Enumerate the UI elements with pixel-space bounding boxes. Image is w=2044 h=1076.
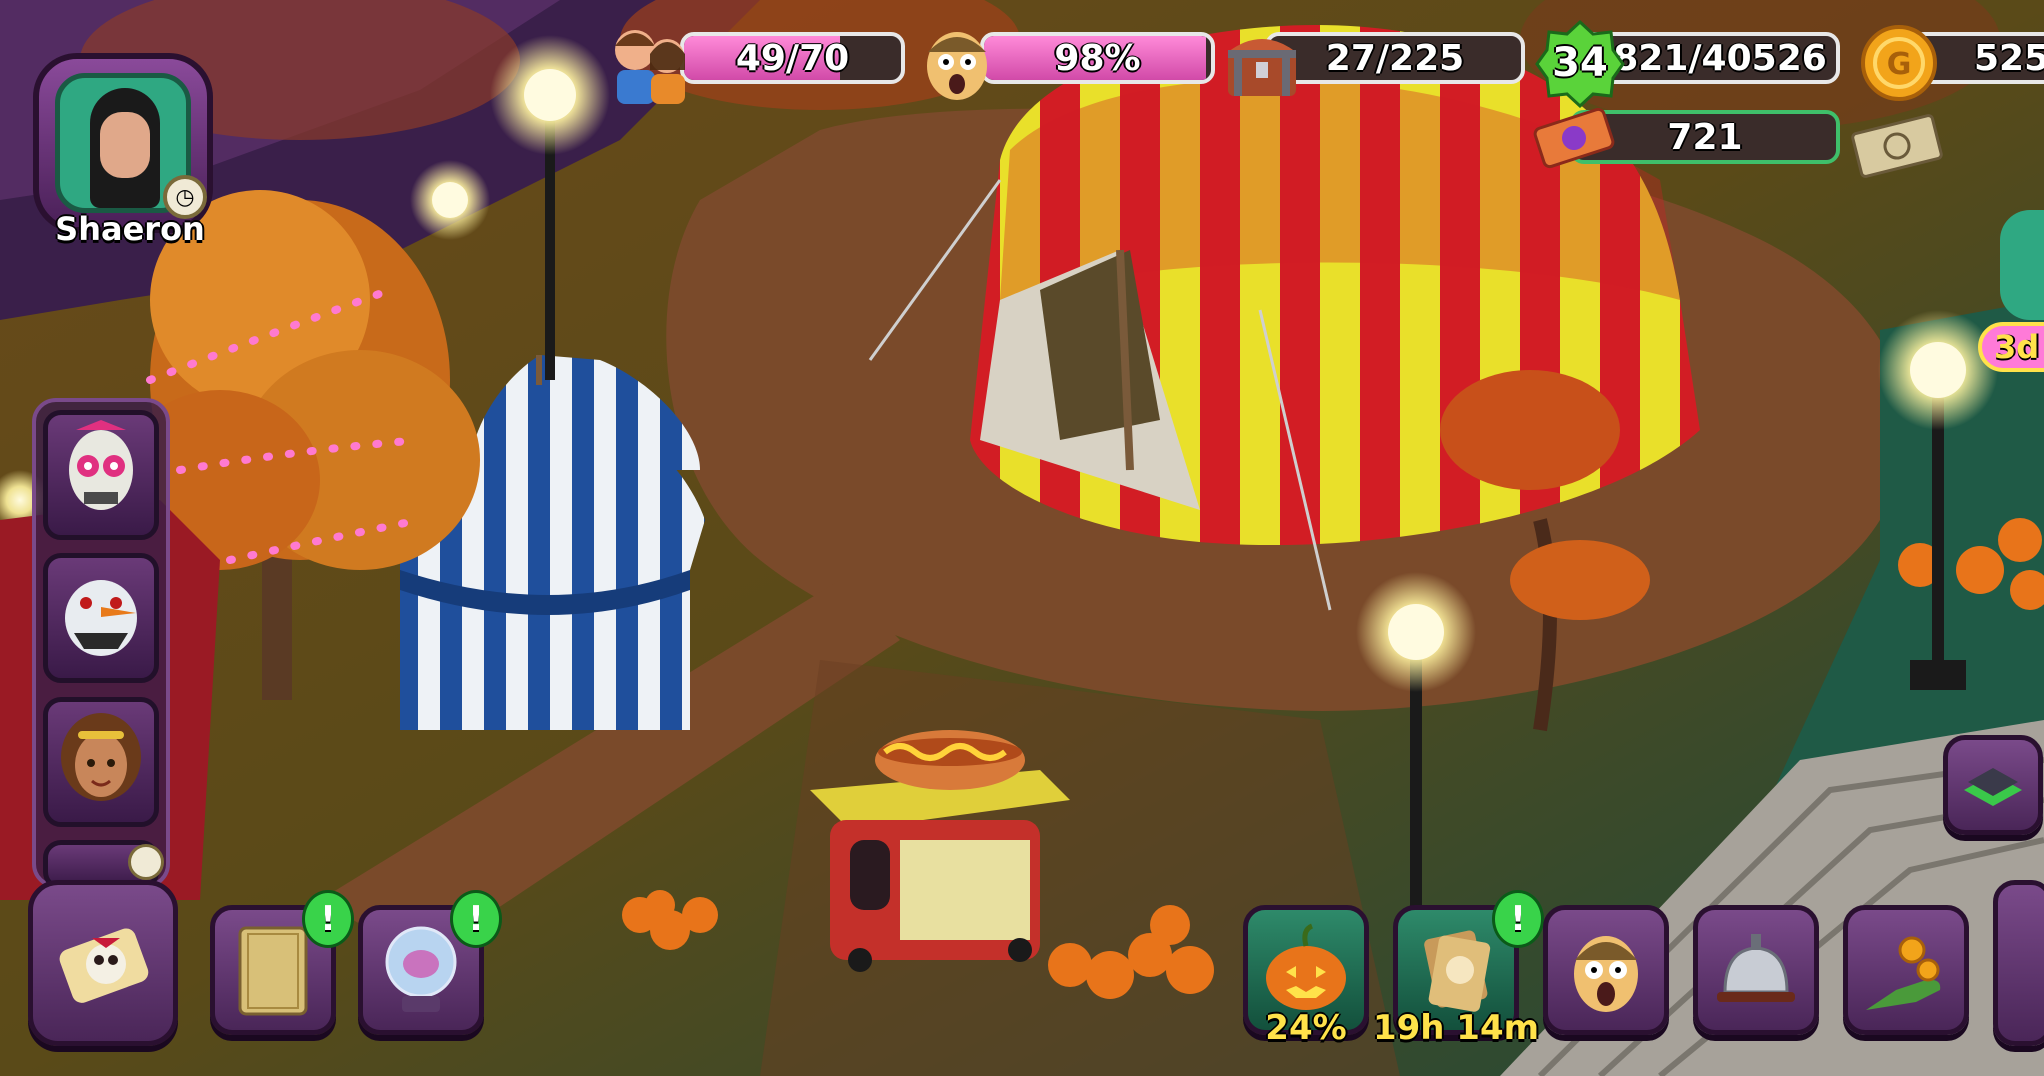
event-timer-text: 3d [1994,328,2040,366]
timer-icon [128,844,164,880]
svg-text:G: G [1887,47,1912,82]
pumpkin-progress-label: 24% [1265,1008,1347,1048]
build-tile-icon [1964,768,2022,806]
event-icon[interactable] [2000,210,2044,320]
jack-o-lantern-icon [1266,923,1346,1010]
zombie-hand-coins-icon [1866,936,1941,1010]
coin-icon: G [1858,22,1940,104]
character-portrait-skeleton[interactable] [43,410,159,540]
book-icon [238,926,308,1016]
crystal-ball-icon [385,926,457,1012]
level-badge-icon: 34 [1535,18,1625,108]
guests-count: 49/70 [735,37,850,79]
crystal-ball-alert-badge: ! [450,890,502,948]
chest-icon [1222,22,1302,102]
service-bell-button[interactable] [1693,905,1819,1035]
guests-mood-button[interactable] [1543,905,1669,1035]
level-number: 34 [1552,40,1608,86]
scared-face-icon [1574,936,1638,1012]
guidebook-alert-badge: ! [302,890,354,948]
fear-bar[interactable]: 98% [980,32,1215,84]
guests-bar[interactable]: 49/70 [680,32,905,84]
quests-button[interactable] [28,880,178,1046]
service-bell-icon [1717,934,1795,1002]
scroll-skull-icon [59,928,149,1003]
cash-icon[interactable] [1850,108,1944,184]
shop-button[interactable] [1843,905,1969,1035]
event-timer-badge[interactable]: 3d [1978,322,2044,372]
player-name: Shaeron [55,210,205,248]
build-mode-button[interactable] [1943,735,2043,835]
fear-percent: 98% [1054,37,1141,79]
storage-count: 27/225 [1325,37,1465,79]
cards-alert-badge: ! [1492,890,1544,948]
ticket-icon [1532,100,1616,176]
scared-face-icon [920,22,994,102]
character-portrait-snowman-monster[interactable] [43,553,159,683]
guests-icon [605,20,695,106]
cards-icon [1424,930,1491,1012]
character-portrait-girl[interactable] [43,697,159,827]
more-button-partial[interactable] [1993,880,2044,1046]
storage-bar[interactable]: 27/225 [1265,32,1525,84]
cards-timer-label: 19h 14m [1372,1008,1540,1048]
